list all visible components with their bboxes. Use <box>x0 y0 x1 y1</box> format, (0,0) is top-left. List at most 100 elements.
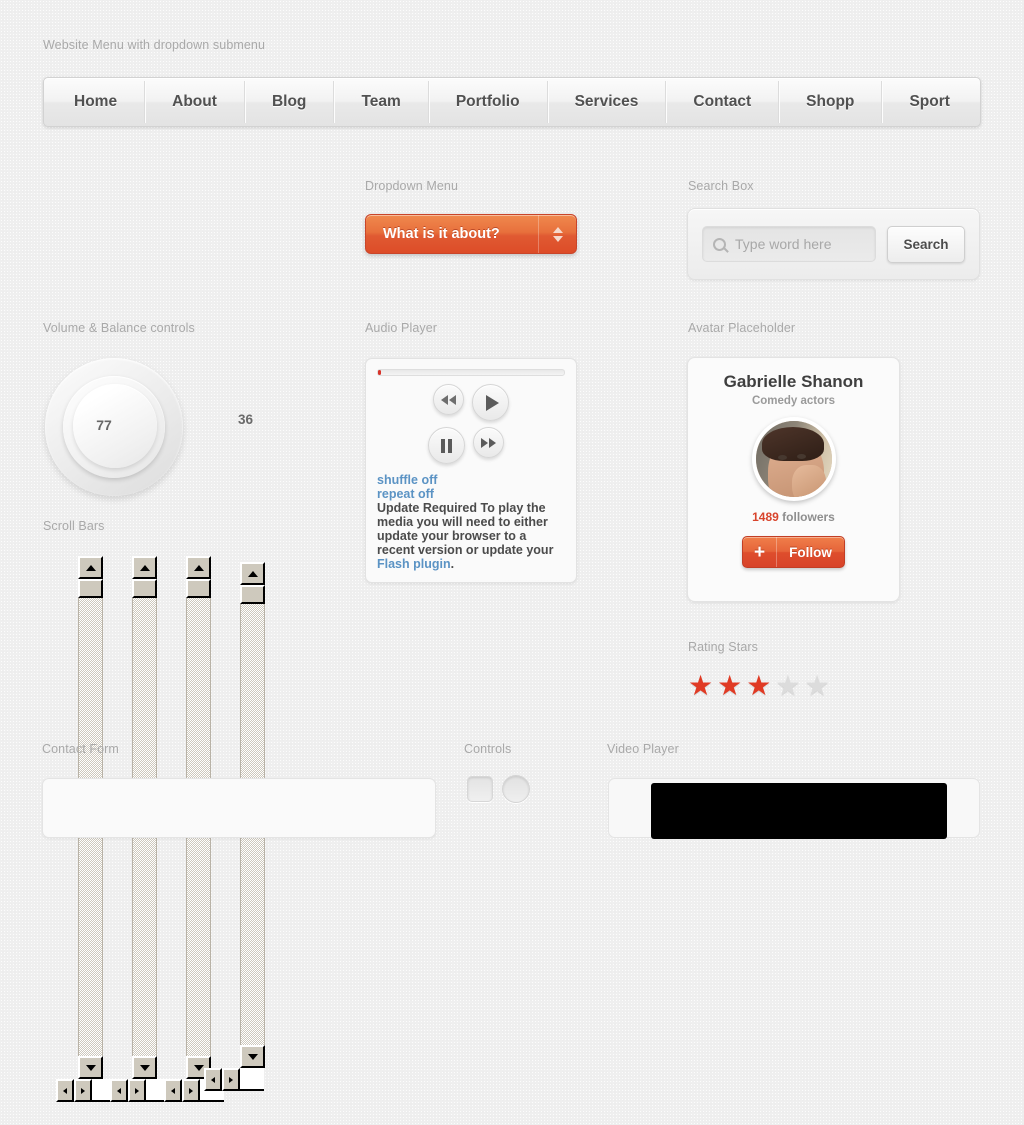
scroll-track-1[interactable] <box>78 598 103 1079</box>
search-icon <box>713 237 726 251</box>
scroll-thumb-2[interactable] <box>132 579 157 598</box>
scroll-up-arrow-icon[interactable] <box>186 556 211 579</box>
play-icon <box>486 394 499 411</box>
scroll-left-arrow-icon[interactable] <box>164 1079 182 1102</box>
menu-item-about[interactable]: About <box>145 81 245 123</box>
menu-item-services[interactable]: Services <box>548 81 667 123</box>
repeat-toggle[interactable]: repeat off <box>377 487 565 501</box>
search-input-wrapper[interactable] <box>702 226 876 262</box>
fast-forward-button[interactable] <box>473 427 504 458</box>
video-player[interactable] <box>608 778 980 839</box>
audio-player-text: shuffle off repeat off Update Required T… <box>377 473 565 571</box>
triangle-down-icon <box>552 235 563 242</box>
website-menu-bar: Home About Blog Team Portfolio Services … <box>43 77 981 127</box>
rating-star-1[interactable]: ★ <box>688 672 713 700</box>
audio-progress-bar[interactable] <box>377 369 565 376</box>
search-button[interactable]: Search <box>887 225 965 263</box>
scrollbar-vertical-2[interactable] <box>110 556 192 1125</box>
scroll-corner-4 <box>240 1068 264 1091</box>
fast-forward-icon <box>481 437 496 448</box>
scrollbar-horizontal-4[interactable] <box>204 1068 264 1091</box>
flash-plugin-link[interactable]: Flash plugin <box>377 557 451 571</box>
scroll-up-arrow-icon[interactable] <box>78 556 103 579</box>
section-label-audio: Audio Player <box>365 321 438 335</box>
scrollbar-vertical-4[interactable] <box>204 562 300 1114</box>
avatar-hand <box>791 465 826 497</box>
followers-number: 1489 <box>752 510 779 524</box>
scrollbar-horizontal-1[interactable] <box>56 1079 116 1102</box>
audio-buttons-row-2 <box>367 427 565 464</box>
scroll-thumb-1[interactable] <box>78 579 103 598</box>
pause-button[interactable] <box>428 427 465 464</box>
dropdown-selected-label: What is it about? <box>383 226 500 242</box>
section-label-contact: Contact Form <box>42 742 119 756</box>
scroll-left-arrow-icon[interactable] <box>56 1079 74 1102</box>
rating-star-5[interactable]: ★ <box>804 672 829 700</box>
search-box: Search <box>687 208 980 280</box>
balance-value: 36 <box>238 412 254 427</box>
scroll-up-arrow-icon[interactable] <box>132 556 157 579</box>
menu-item-shopp[interactable]: Shopp <box>779 81 883 123</box>
menu-item-contact[interactable]: Contact <box>666 81 780 123</box>
plus-icon: + <box>743 537 777 567</box>
avatar-eye-right <box>796 454 806 459</box>
follow-button-label: Follow <box>789 544 832 560</box>
scroll-track-2[interactable] <box>132 598 157 1079</box>
shuffle-toggle[interactable]: shuffle off <box>377 473 565 487</box>
volume-knob-face: 77 <box>73 384 157 468</box>
avatar <box>751 417 836 501</box>
rating-star-2[interactable]: ★ <box>717 672 742 700</box>
avatar-hair <box>761 427 824 461</box>
rewind-icon <box>441 394 456 405</box>
follow-button[interactable]: + Follow <box>742 536 845 568</box>
menu-item-portfolio[interactable]: Portfolio <box>429 81 548 123</box>
scroll-right-arrow-icon[interactable] <box>222 1068 240 1091</box>
menu-item-home[interactable]: Home <box>47 81 146 123</box>
play-button[interactable] <box>472 384 509 421</box>
rating-stars: ★ ★ ★ ★ ★ <box>688 672 830 700</box>
scroll-down-arrow-icon[interactable] <box>132 1056 157 1079</box>
scrollbar-horizontal-2[interactable] <box>110 1079 170 1102</box>
section-label-search: Search Box <box>688 179 754 193</box>
rating-star-3[interactable]: ★ <box>746 672 771 700</box>
section-label-rating: Rating Stars <box>688 640 758 654</box>
scroll-left-arrow-icon[interactable] <box>204 1068 222 1091</box>
scrollbar-vertical-1[interactable] <box>56 556 138 1125</box>
scroll-right-arrow-icon[interactable] <box>128 1079 146 1102</box>
section-label-controls: Controls <box>464 742 512 756</box>
scroll-thumb-3[interactable] <box>186 579 211 598</box>
scroll-left-arrow-icon[interactable] <box>110 1079 128 1102</box>
menu-item-sport[interactable]: Sport <box>882 81 977 123</box>
volume-knob[interactable]: 77 <box>45 358 183 496</box>
rewind-button[interactable] <box>433 384 464 415</box>
scroll-down-arrow-icon[interactable] <box>78 1056 103 1079</box>
audio-player: shuffle off repeat off Update Required T… <box>365 358 577 583</box>
search-input[interactable] <box>733 235 865 253</box>
video-screen[interactable] <box>651 783 947 839</box>
scrollbar-vertical-3[interactable] <box>164 556 246 1125</box>
section-label-video: Video Player <box>607 742 679 756</box>
avatar-name: Gabrielle Shanon <box>723 372 864 391</box>
audio-message-text: Update Required To play the media you wi… <box>377 501 554 557</box>
avatar-card: Gabrielle Shanon Comedy actors 1489 foll… <box>687 357 900 602</box>
scroll-down-arrow-icon[interactable] <box>240 1045 265 1068</box>
scroll-track-3[interactable] <box>186 598 211 1079</box>
avatar-eye-left <box>777 455 787 460</box>
scroll-thumb-4[interactable] <box>240 585 265 604</box>
scroll-right-arrow-icon[interactable] <box>182 1079 200 1102</box>
scroll-right-arrow-icon[interactable] <box>74 1079 92 1102</box>
audio-update-message: Update Required To play the media you wi… <box>377 501 553 571</box>
section-label-volume: Volume & Balance controls <box>43 321 195 335</box>
avatar-role: Comedy actors <box>751 395 836 407</box>
rating-star-4[interactable]: ★ <box>775 672 800 700</box>
checkbox-control[interactable] <box>467 776 493 802</box>
menu-item-blog[interactable]: Blog <box>245 81 335 123</box>
scroll-up-arrow-icon[interactable] <box>240 562 265 585</box>
triangle-up-icon <box>552 226 563 233</box>
contact-form[interactable] <box>42 778 436 838</box>
audio-buttons-row-1 <box>377 384 565 421</box>
dropdown-menu[interactable]: What is it about? <box>365 214 577 254</box>
menu-item-team[interactable]: Team <box>334 81 429 123</box>
dropdown-arrows <box>538 215 576 253</box>
radio-control[interactable] <box>502 775 530 803</box>
